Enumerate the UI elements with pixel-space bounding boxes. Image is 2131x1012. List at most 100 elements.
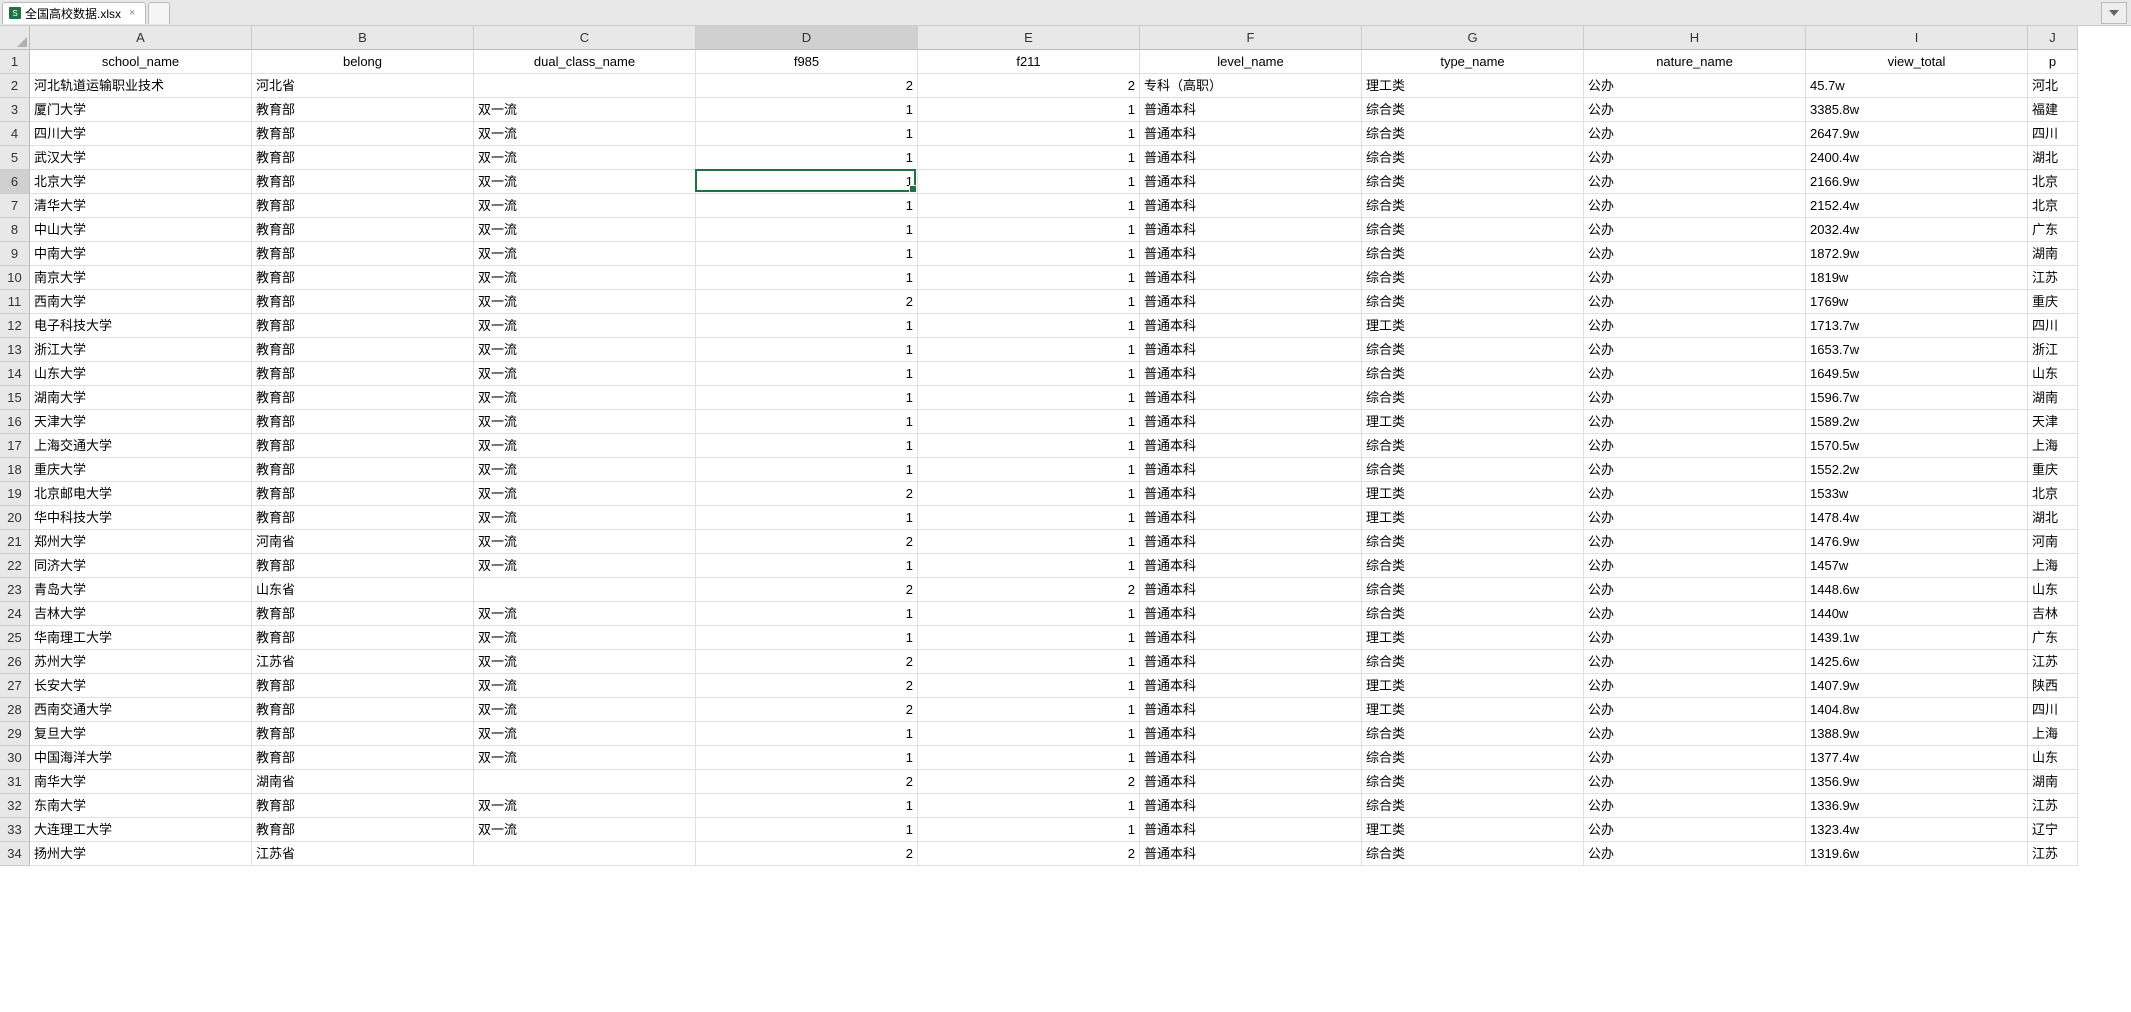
cell-G25[interactable]: 理工类 <box>1362 626 1584 650</box>
cell-C14[interactable]: 双一流 <box>474 362 696 386</box>
cell-J34[interactable]: 江苏 <box>2028 842 2078 866</box>
row-header-14[interactable]: 14 <box>0 362 30 386</box>
cell-E8[interactable]: 1 <box>918 218 1140 242</box>
tab-list-button[interactable] <box>2101 2 2127 24</box>
cell-F10[interactable]: 普通本科 <box>1140 266 1362 290</box>
cell-C11[interactable]: 双一流 <box>474 290 696 314</box>
row-header-1[interactable]: 1 <box>0 50 30 74</box>
cell-E21[interactable]: 1 <box>918 530 1140 554</box>
cell-B25[interactable]: 教育部 <box>252 626 474 650</box>
cell-G10[interactable]: 综合类 <box>1362 266 1584 290</box>
cell-I10[interactable]: 1819w <box>1806 266 2028 290</box>
cell-F34[interactable]: 普通本科 <box>1140 842 1362 866</box>
cell-A13[interactable]: 浙江大学 <box>30 338 252 362</box>
cell-I4[interactable]: 2647.9w <box>1806 122 2028 146</box>
cell-C6[interactable]: 双一流 <box>474 170 696 194</box>
cell-B5[interactable]: 教育部 <box>252 146 474 170</box>
cell-G16[interactable]: 理工类 <box>1362 410 1584 434</box>
header-cell-E[interactable]: f211 <box>918 50 1140 74</box>
cell-J12[interactable]: 四川 <box>2028 314 2078 338</box>
row-header-8[interactable]: 8 <box>0 218 30 242</box>
cell-J27[interactable]: 陕西 <box>2028 674 2078 698</box>
cell-F8[interactable]: 普通本科 <box>1140 218 1362 242</box>
cell-E18[interactable]: 1 <box>918 458 1140 482</box>
cell-H17[interactable]: 公办 <box>1584 434 1806 458</box>
cell-F4[interactable]: 普通本科 <box>1140 122 1362 146</box>
cell-E24[interactable]: 1 <box>918 602 1140 626</box>
row-header-24[interactable]: 24 <box>0 602 30 626</box>
cell-J29[interactable]: 上海 <box>2028 722 2078 746</box>
cell-D32[interactable]: 1 <box>696 794 918 818</box>
cell-A17[interactable]: 上海交通大学 <box>30 434 252 458</box>
cell-G11[interactable]: 综合类 <box>1362 290 1584 314</box>
cell-A33[interactable]: 大连理工大学 <box>30 818 252 842</box>
cell-B6[interactable]: 教育部 <box>252 170 474 194</box>
cell-A7[interactable]: 清华大学 <box>30 194 252 218</box>
cell-I15[interactable]: 1596.7w <box>1806 386 2028 410</box>
cell-F11[interactable]: 普通本科 <box>1140 290 1362 314</box>
cell-F29[interactable]: 普通本科 <box>1140 722 1362 746</box>
cell-I34[interactable]: 1319.6w <box>1806 842 2028 866</box>
cell-G5[interactable]: 综合类 <box>1362 146 1584 170</box>
cell-D16[interactable]: 1 <box>696 410 918 434</box>
cell-D27[interactable]: 2 <box>696 674 918 698</box>
cell-I24[interactable]: 1440w <box>1806 602 2028 626</box>
cell-A23[interactable]: 青岛大学 <box>30 578 252 602</box>
cell-F14[interactable]: 普通本科 <box>1140 362 1362 386</box>
cell-E34[interactable]: 2 <box>918 842 1140 866</box>
header-cell-J[interactable]: p <box>2028 50 2078 74</box>
cell-F32[interactable]: 普通本科 <box>1140 794 1362 818</box>
cell-A12[interactable]: 电子科技大学 <box>30 314 252 338</box>
cell-G13[interactable]: 综合类 <box>1362 338 1584 362</box>
close-icon[interactable]: × <box>129 7 135 19</box>
cell-C24[interactable]: 双一流 <box>474 602 696 626</box>
header-cell-A[interactable]: school_name <box>30 50 252 74</box>
cell-B22[interactable]: 教育部 <box>252 554 474 578</box>
cell-D3[interactable]: 1 <box>696 98 918 122</box>
cell-J11[interactable]: 重庆 <box>2028 290 2078 314</box>
cell-C16[interactable]: 双一流 <box>474 410 696 434</box>
cell-H29[interactable]: 公办 <box>1584 722 1806 746</box>
cell-G8[interactable]: 综合类 <box>1362 218 1584 242</box>
cell-A27[interactable]: 长安大学 <box>30 674 252 698</box>
cell-J26[interactable]: 江苏 <box>2028 650 2078 674</box>
cell-G4[interactable]: 综合类 <box>1362 122 1584 146</box>
cell-B16[interactable]: 教育部 <box>252 410 474 434</box>
new-tab-button[interactable] <box>148 2 170 24</box>
cell-I12[interactable]: 1713.7w <box>1806 314 2028 338</box>
cell-E32[interactable]: 1 <box>918 794 1140 818</box>
cell-J13[interactable]: 浙江 <box>2028 338 2078 362</box>
cell-J32[interactable]: 江苏 <box>2028 794 2078 818</box>
cell-F2[interactable]: 专科（高职） <box>1140 74 1362 98</box>
cell-G26[interactable]: 综合类 <box>1362 650 1584 674</box>
cell-C30[interactable]: 双一流 <box>474 746 696 770</box>
cell-J25[interactable]: 广东 <box>2028 626 2078 650</box>
cell-H2[interactable]: 公办 <box>1584 74 1806 98</box>
cell-E13[interactable]: 1 <box>918 338 1140 362</box>
cell-C23[interactable] <box>474 578 696 602</box>
cell-I32[interactable]: 1336.9w <box>1806 794 2028 818</box>
cell-I9[interactable]: 1872.9w <box>1806 242 2028 266</box>
cell-F31[interactable]: 普通本科 <box>1140 770 1362 794</box>
cell-E29[interactable]: 1 <box>918 722 1140 746</box>
cell-B10[interactable]: 教育部 <box>252 266 474 290</box>
row-header-6[interactable]: 6 <box>0 170 30 194</box>
cell-D25[interactable]: 1 <box>696 626 918 650</box>
cell-H16[interactable]: 公办 <box>1584 410 1806 434</box>
cell-J7[interactable]: 北京 <box>2028 194 2078 218</box>
cell-E27[interactable]: 1 <box>918 674 1140 698</box>
row-header-3[interactable]: 3 <box>0 98 30 122</box>
cell-C17[interactable]: 双一流 <box>474 434 696 458</box>
cell-C22[interactable]: 双一流 <box>474 554 696 578</box>
select-all-corner[interactable] <box>0 26 30 50</box>
cell-J17[interactable]: 上海 <box>2028 434 2078 458</box>
cell-H13[interactable]: 公办 <box>1584 338 1806 362</box>
cell-H33[interactable]: 公办 <box>1584 818 1806 842</box>
cell-H3[interactable]: 公办 <box>1584 98 1806 122</box>
cell-I33[interactable]: 1323.4w <box>1806 818 2028 842</box>
row-header-26[interactable]: 26 <box>0 650 30 674</box>
cell-D28[interactable]: 2 <box>696 698 918 722</box>
cell-F24[interactable]: 普通本科 <box>1140 602 1362 626</box>
cell-A3[interactable]: 厦门大学 <box>30 98 252 122</box>
cell-F15[interactable]: 普通本科 <box>1140 386 1362 410</box>
